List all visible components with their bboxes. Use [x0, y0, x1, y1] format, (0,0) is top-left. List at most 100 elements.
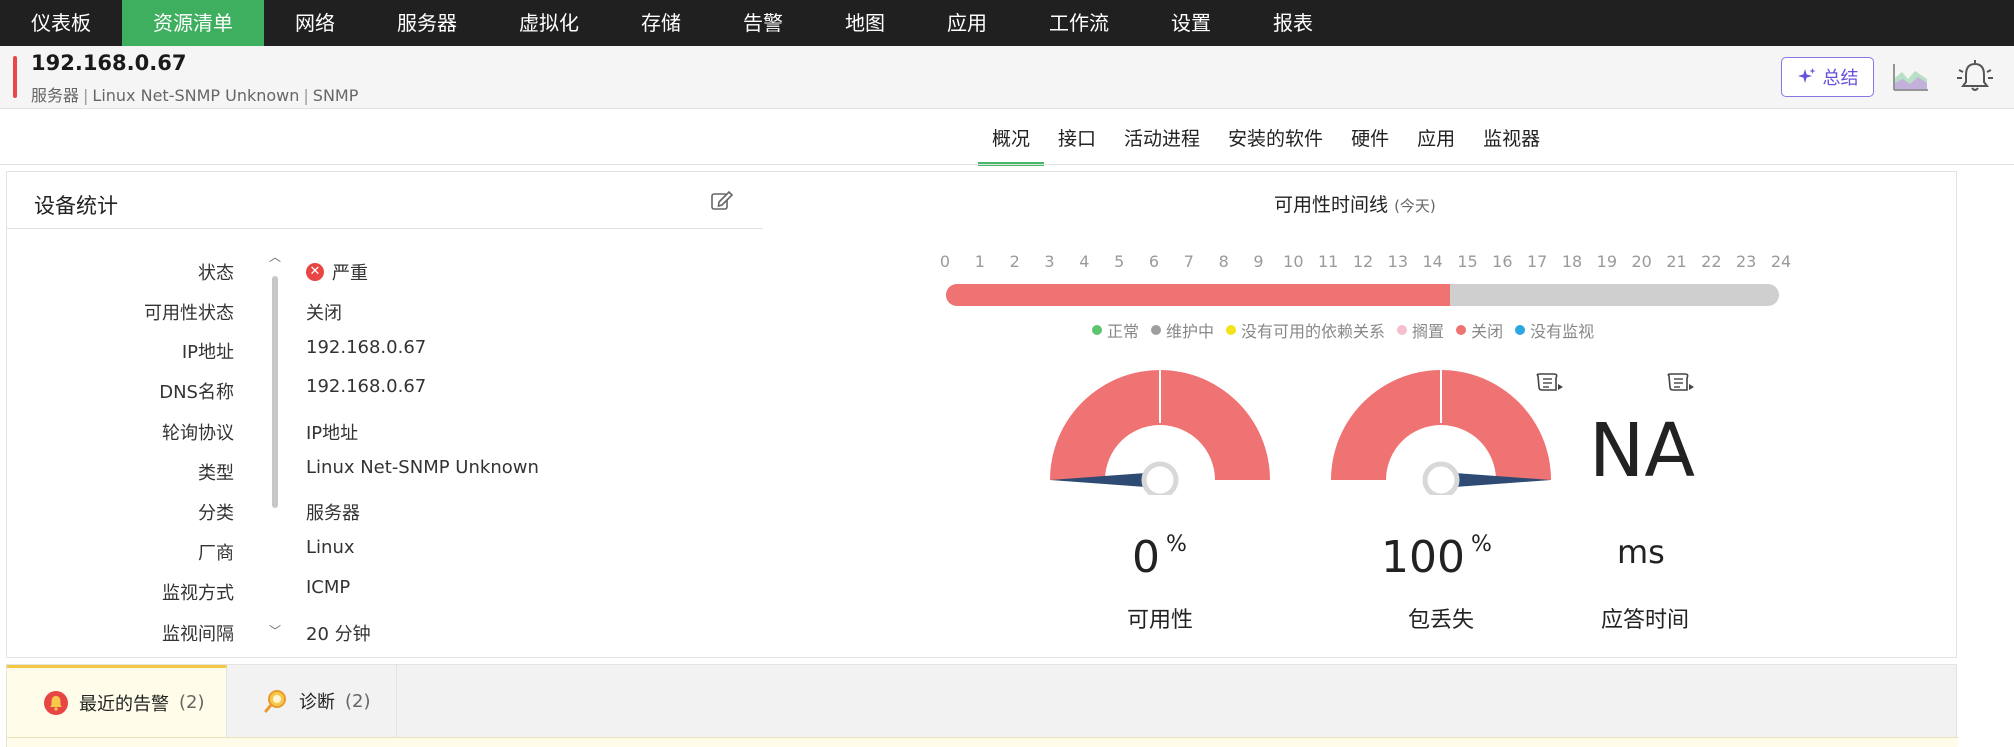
packet-loss-unit: % [1470, 532, 1492, 557]
nav-workflow[interactable]: 工作流 [1018, 0, 1140, 46]
legend-label: 搁置 [1412, 322, 1445, 341]
device-tabs: 概况 接口 活动进程 安装的软件 硬件 应用 监视器 [978, 114, 1554, 166]
nav-maps[interactable]: 地图 [814, 0, 916, 46]
nav-reports[interactable]: 报表 [1242, 0, 1344, 46]
stat-value-monitor-method: ICMP [306, 577, 351, 598]
timeline-subtitle: (今天) [1394, 197, 1436, 215]
legend-label: 正常 [1107, 322, 1140, 341]
severity-accent-bar [13, 56, 17, 98]
alarm-badge-icon [44, 690, 68, 715]
timeline-hour-tick: 3 [1044, 252, 1055, 271]
timeline-hour-tick: 11 [1317, 252, 1339, 271]
sparkle-icon [1797, 68, 1815, 83]
stat-value-interval: 20 分钟 [306, 624, 371, 645]
stat-label-ip: IP地址 [181, 342, 234, 363]
recent-alarms-label: 最近的告警 [79, 693, 169, 715]
tab-interfaces[interactable]: 接口 [1044, 114, 1110, 164]
diagnostics-count: (2) [345, 690, 371, 712]
legend-item: 搁置 [1397, 318, 1444, 342]
timeline-title-text: 可用性时间线 [1274, 194, 1389, 216]
stats-scrollbar[interactable]: ︿ ﹀ [266, 250, 284, 640]
availability-label: 可用性 [1126, 608, 1193, 633]
performance-chart-icon[interactable] [1892, 62, 1930, 92]
device-protocol: SNMP [312, 86, 359, 105]
tabs-divider [0, 164, 2014, 165]
device-header: 192.168.0.67 服务器 | Linux Net-SNMP Unknown |… [0, 46, 2014, 109]
stat-label-dns: DNS名称 [159, 382, 234, 403]
timeline-hour-tick: 24 [1770, 252, 1792, 271]
stat-value-availability: 关闭 [306, 303, 342, 324]
timeline-hour-tick: 5 [1114, 252, 1125, 271]
nav-dashboard[interactable]: 仪表板 [0, 0, 122, 46]
edit-icon[interactable] [710, 189, 734, 211]
stat-value-status: ✕ 严重 [306, 259, 368, 285]
diagnostics-icon [264, 690, 286, 713]
timeline-hour-tick: 6 [1148, 252, 1160, 271]
availability-timeline-bar[interactable] [946, 284, 1779, 306]
legend-dot [1226, 325, 1237, 335]
packet-loss-label: 包丢失 [1407, 608, 1474, 633]
legend-dot [1151, 325, 1162, 335]
alarm-bell-icon[interactable] [1955, 58, 1995, 94]
legend-dot [1092, 325, 1102, 335]
timeline-hour-tick: 8 [1218, 252, 1229, 271]
timeline-hour-tick: 9 [1253, 252, 1264, 271]
nav-network[interactable]: 网络 [264, 0, 366, 46]
timeline-hour-tick: 20 [1631, 252, 1652, 271]
tab-installed-software[interactable]: 安装的软件 [1214, 114, 1337, 164]
diagnostics-label: 诊断 [299, 692, 335, 713]
legend-dot [1456, 325, 1467, 335]
timeline-hour-tick: 19 [1596, 252, 1618, 271]
legend-label: 没有监视 [1530, 322, 1595, 341]
legend-label: 维护中 [1166, 322, 1215, 341]
nav-alarms[interactable]: 告警 [712, 0, 814, 46]
stat-value-type: Linux Net-SNMP Unknown [306, 457, 539, 478]
timeline-hour-tick: 22 [1701, 252, 1722, 271]
stat-value-protocol: IP地址 [306, 423, 359, 444]
stat-label-monitor-method: 监视方式 [162, 583, 234, 604]
scroll-thumb[interactable] [272, 276, 278, 508]
availability-value: 0% [1132, 532, 1187, 583]
scroll-up-icon[interactable]: ︿ [268, 250, 282, 264]
report-icon[interactable] [1534, 372, 1564, 394]
nav-storage[interactable]: 存储 [610, 0, 712, 46]
tab-hardware[interactable]: 硬件 [1337, 114, 1403, 164]
nav-apps[interactable]: 应用 [916, 0, 1018, 46]
legend-item: 没有可用的依赖关系 [1226, 318, 1385, 342]
legend-label: 关闭 [1471, 322, 1504, 341]
status-text: 严重 [332, 263, 368, 284]
tab-diagnostics[interactable]: 诊断 (2) [227, 665, 397, 737]
availability-gauge [1050, 365, 1270, 495]
timeline-hour-ticks: 0 1 2 3 4 5 6 7 8 9 10 11 12 13 14 15 16 17 18 19 20 21 22 23 24 [940, 252, 1791, 272]
summary-button-label: 总结 [1822, 68, 1859, 89]
tab-overview[interactable]: 概况 [978, 114, 1045, 166]
timeline-hour-tick: 13 [1387, 252, 1409, 271]
timeline-title: 可用性时间线 (今天) [1274, 190, 1436, 217]
legend-label: 没有可用的依赖关系 [1241, 322, 1386, 341]
response-time-unit: ms [1617, 533, 1665, 571]
nav-virtualization[interactable]: 虚拟化 [488, 0, 610, 46]
stat-label-availability: 可用性状态 [144, 303, 234, 324]
device-meta: 服务器 | Linux Net-SNMP Unknown | SNMP [31, 86, 359, 105]
nav-servers[interactable]: 服务器 [366, 0, 488, 46]
recent-alarms-count: (2) [179, 692, 205, 713]
summary-button[interactable]: 总结 [1781, 57, 1874, 97]
timeline-down-segment[interactable] [946, 284, 1450, 306]
stat-label-type: 类型 [198, 463, 234, 484]
device-category: 服务器 [31, 86, 80, 105]
tab-recent-alarms[interactable]: 最近的告警 (2) [7, 665, 227, 737]
timeline-hour-tick: 12 [1352, 252, 1374, 271]
scroll-down-icon[interactable]: ﹀ [268, 624, 282, 638]
critical-x-icon: ✕ [306, 263, 324, 281]
timeline-hour-tick: 15 [1457, 252, 1478, 271]
tab-active-processes[interactable]: 活动进程 [1110, 114, 1214, 164]
stat-value-vendor: Linux [306, 537, 355, 558]
packet-loss-gauge [1331, 365, 1551, 495]
nav-settings[interactable]: 设置 [1140, 0, 1242, 46]
availability-number: 0 [1132, 532, 1160, 583]
report-icon[interactable] [1665, 372, 1695, 394]
stat-value-dns: 192.168.0.67 [306, 376, 427, 397]
tab-monitors[interactable]: 监视器 [1469, 114, 1554, 164]
nav-inventory[interactable]: 资源清单 [122, 0, 264, 46]
tab-applications[interactable]: 应用 [1403, 114, 1469, 164]
